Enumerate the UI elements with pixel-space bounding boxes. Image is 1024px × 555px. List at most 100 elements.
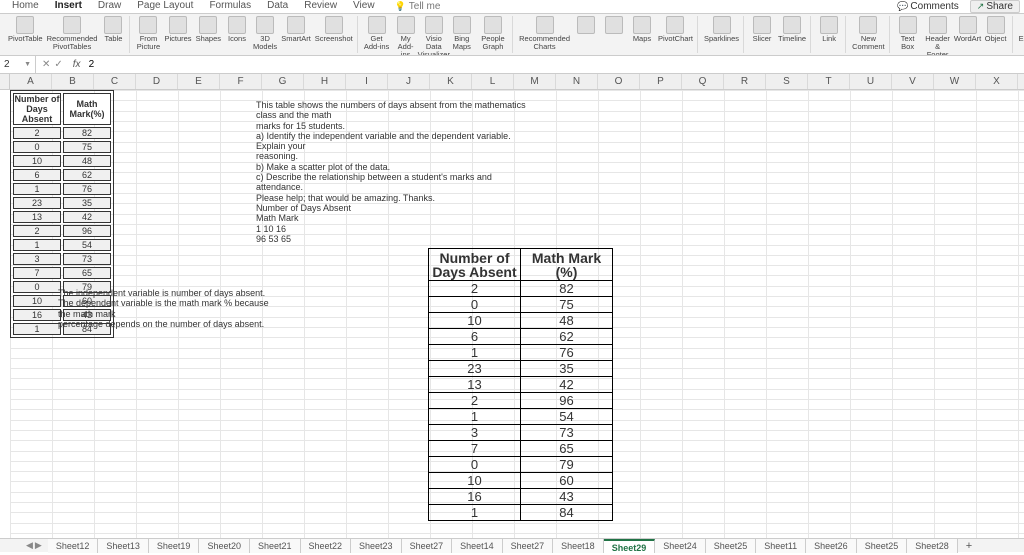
- ribbon-slicer[interactable]: Slicer: [750, 16, 774, 43]
- sheet-tab-sheet24[interactable]: Sheet24: [655, 539, 706, 553]
- sheet-tab-sheet29[interactable]: Sheet29: [604, 539, 656, 553]
- sheet-tab-sheet25[interactable]: Sheet25: [706, 539, 757, 553]
- table-row[interactable]: 075: [13, 141, 111, 153]
- table-row[interactable]: 1643: [429, 489, 613, 505]
- sheet-tab-sheet11[interactable]: Sheet11: [756, 539, 806, 553]
- sheet-tab-sheet25[interactable]: Sheet25: [857, 539, 908, 553]
- table-row[interactable]: 373: [429, 425, 613, 441]
- col-head-L[interactable]: L: [472, 74, 514, 89]
- col-head-O[interactable]: O: [598, 74, 640, 89]
- tab-view[interactable]: View: [345, 0, 383, 14]
- ribbon-pivotchart[interactable]: PivotChart: [658, 16, 693, 43]
- ribbon-shapes[interactable]: Shapes: [196, 16, 221, 43]
- sheet-tab-sheet23[interactable]: Sheet23: [351, 539, 402, 553]
- sheet-tab-sheet28[interactable]: Sheet28: [907, 539, 958, 553]
- ribbon-wordart[interactable]: WordArt: [956, 16, 980, 43]
- formula-input[interactable]: [85, 59, 1024, 70]
- table-row[interactable]: 1048: [13, 155, 111, 167]
- col-head-J[interactable]: J: [388, 74, 430, 89]
- col-head-X[interactable]: X: [976, 74, 1018, 89]
- sheet-nav[interactable]: ◀▶: [20, 540, 48, 551]
- select-all-corner[interactable]: [0, 74, 10, 89]
- tab-review[interactable]: Review: [296, 0, 345, 14]
- table-row[interactable]: 373: [13, 253, 111, 265]
- ribbon-equation[interactable]: Equation: [1019, 16, 1024, 43]
- table-row[interactable]: 1048: [429, 313, 613, 329]
- sheet-tab-sheet21[interactable]: Sheet21: [250, 539, 301, 553]
- sheet-tab-sheet22[interactable]: Sheet22: [301, 539, 352, 553]
- col-head-R[interactable]: R: [724, 74, 766, 89]
- tab-formulas[interactable]: Formulas: [201, 0, 259, 14]
- table-row[interactable]: 662: [13, 169, 111, 181]
- col-head-F[interactable]: F: [220, 74, 262, 89]
- sheet-tab-sheet26[interactable]: Sheet26: [806, 539, 857, 553]
- tab-insert[interactable]: Insert: [47, 0, 90, 14]
- table-row[interactable]: 1060: [429, 473, 613, 489]
- table-row[interactable]: 662: [429, 329, 613, 345]
- table-row[interactable]: 296: [13, 225, 111, 237]
- ribbon-recommended-charts[interactable]: Recommended Charts: [519, 16, 570, 51]
- name-box[interactable]: 2 ▼: [0, 56, 36, 73]
- ribbon-screenshot[interactable]: Screenshot: [315, 16, 353, 43]
- table-row[interactable]: 176: [13, 183, 111, 195]
- ribbon-bing-maps[interactable]: Bing Maps: [450, 16, 474, 51]
- sheet-tab-sheet27[interactable]: Sheet27: [503, 539, 554, 553]
- ribbon-object[interactable]: Object: [984, 16, 1008, 43]
- col-head-C[interactable]: C: [94, 74, 136, 89]
- table-row[interactable]: 765: [429, 441, 613, 457]
- ribbon-chart[interactable]: [602, 16, 626, 34]
- col-head-A[interactable]: A: [10, 74, 52, 89]
- col-head-D[interactable]: D: [136, 74, 178, 89]
- ribbon-maps[interactable]: Maps: [630, 16, 654, 43]
- sheet-tab-sheet13[interactable]: Sheet13: [98, 539, 149, 553]
- confirm-icon[interactable]: ✓: [54, 59, 62, 70]
- sheet-tab-sheet14[interactable]: Sheet14: [452, 539, 503, 553]
- ribbon-from-picture[interactable]: From Picture: [136, 16, 160, 51]
- sheet-tab-sheet12[interactable]: Sheet12: [48, 539, 99, 553]
- tell-me-search[interactable]: Tell me: [395, 1, 441, 12]
- table-row[interactable]: 296: [429, 393, 613, 409]
- sheet-tab-sheet27[interactable]: Sheet27: [402, 539, 453, 553]
- table-row[interactable]: 282: [429, 281, 613, 297]
- col-head-Q[interactable]: Q: [682, 74, 724, 89]
- add-sheet-button[interactable]: +: [958, 540, 980, 552]
- chevron-down-icon[interactable]: ▼: [24, 61, 31, 68]
- table-row[interactable]: 154: [429, 409, 613, 425]
- ribbon-my-add-ins[interactable]: My Add-ins: [393, 16, 417, 56]
- ribbon-chart[interactable]: [574, 16, 598, 34]
- col-head-G[interactable]: G: [262, 74, 304, 89]
- table-row[interactable]: 2335: [13, 197, 111, 209]
- table-row[interactable]: 079: [429, 457, 613, 473]
- ribbon-pivottable[interactable]: PivotTable: [8, 16, 43, 43]
- col-head-U[interactable]: U: [850, 74, 892, 89]
- table-row[interactable]: 1342: [13, 211, 111, 223]
- tab-data[interactable]: Data: [259, 0, 296, 14]
- col-head-K[interactable]: K: [430, 74, 472, 89]
- ribbon-icons[interactable]: Icons: [225, 16, 249, 43]
- ribbon-smartart[interactable]: SmartArt: [281, 16, 311, 43]
- ribbon-3d-models[interactable]: 3D Models: [253, 16, 277, 51]
- table-row[interactable]: 1342: [429, 377, 613, 393]
- col-head-M[interactable]: M: [514, 74, 556, 89]
- table-row[interactable]: 075: [429, 297, 613, 313]
- ribbon-table[interactable]: Table: [101, 16, 125, 43]
- tab-page-layout[interactable]: Page Layout: [129, 0, 201, 14]
- sheet-tab-sheet20[interactable]: Sheet20: [199, 539, 250, 553]
- ribbon-sparklines[interactable]: Sparklines: [704, 16, 739, 43]
- ribbon-text-box[interactable]: Text Box: [896, 16, 920, 51]
- table-row[interactable]: 176: [429, 345, 613, 361]
- col-head-I[interactable]: I: [346, 74, 388, 89]
- col-head-E[interactable]: E: [178, 74, 220, 89]
- ribbon-new-comment[interactable]: New Comment: [852, 16, 885, 51]
- ribbon-header-&-footer[interactable]: Header & Footer: [924, 16, 952, 56]
- col-head-N[interactable]: N: [556, 74, 598, 89]
- comments-button[interactable]: Comments: [890, 0, 966, 13]
- ribbon-link[interactable]: Link: [817, 16, 841, 43]
- table-row[interactable]: 282: [13, 127, 111, 139]
- col-head-B[interactable]: B: [52, 74, 94, 89]
- table-row[interactable]: 154: [13, 239, 111, 251]
- fx-icon[interactable]: fx: [69, 59, 85, 70]
- ribbon-pictures[interactable]: Pictures: [164, 16, 191, 43]
- col-head-W[interactable]: W: [934, 74, 976, 89]
- col-head-V[interactable]: V: [892, 74, 934, 89]
